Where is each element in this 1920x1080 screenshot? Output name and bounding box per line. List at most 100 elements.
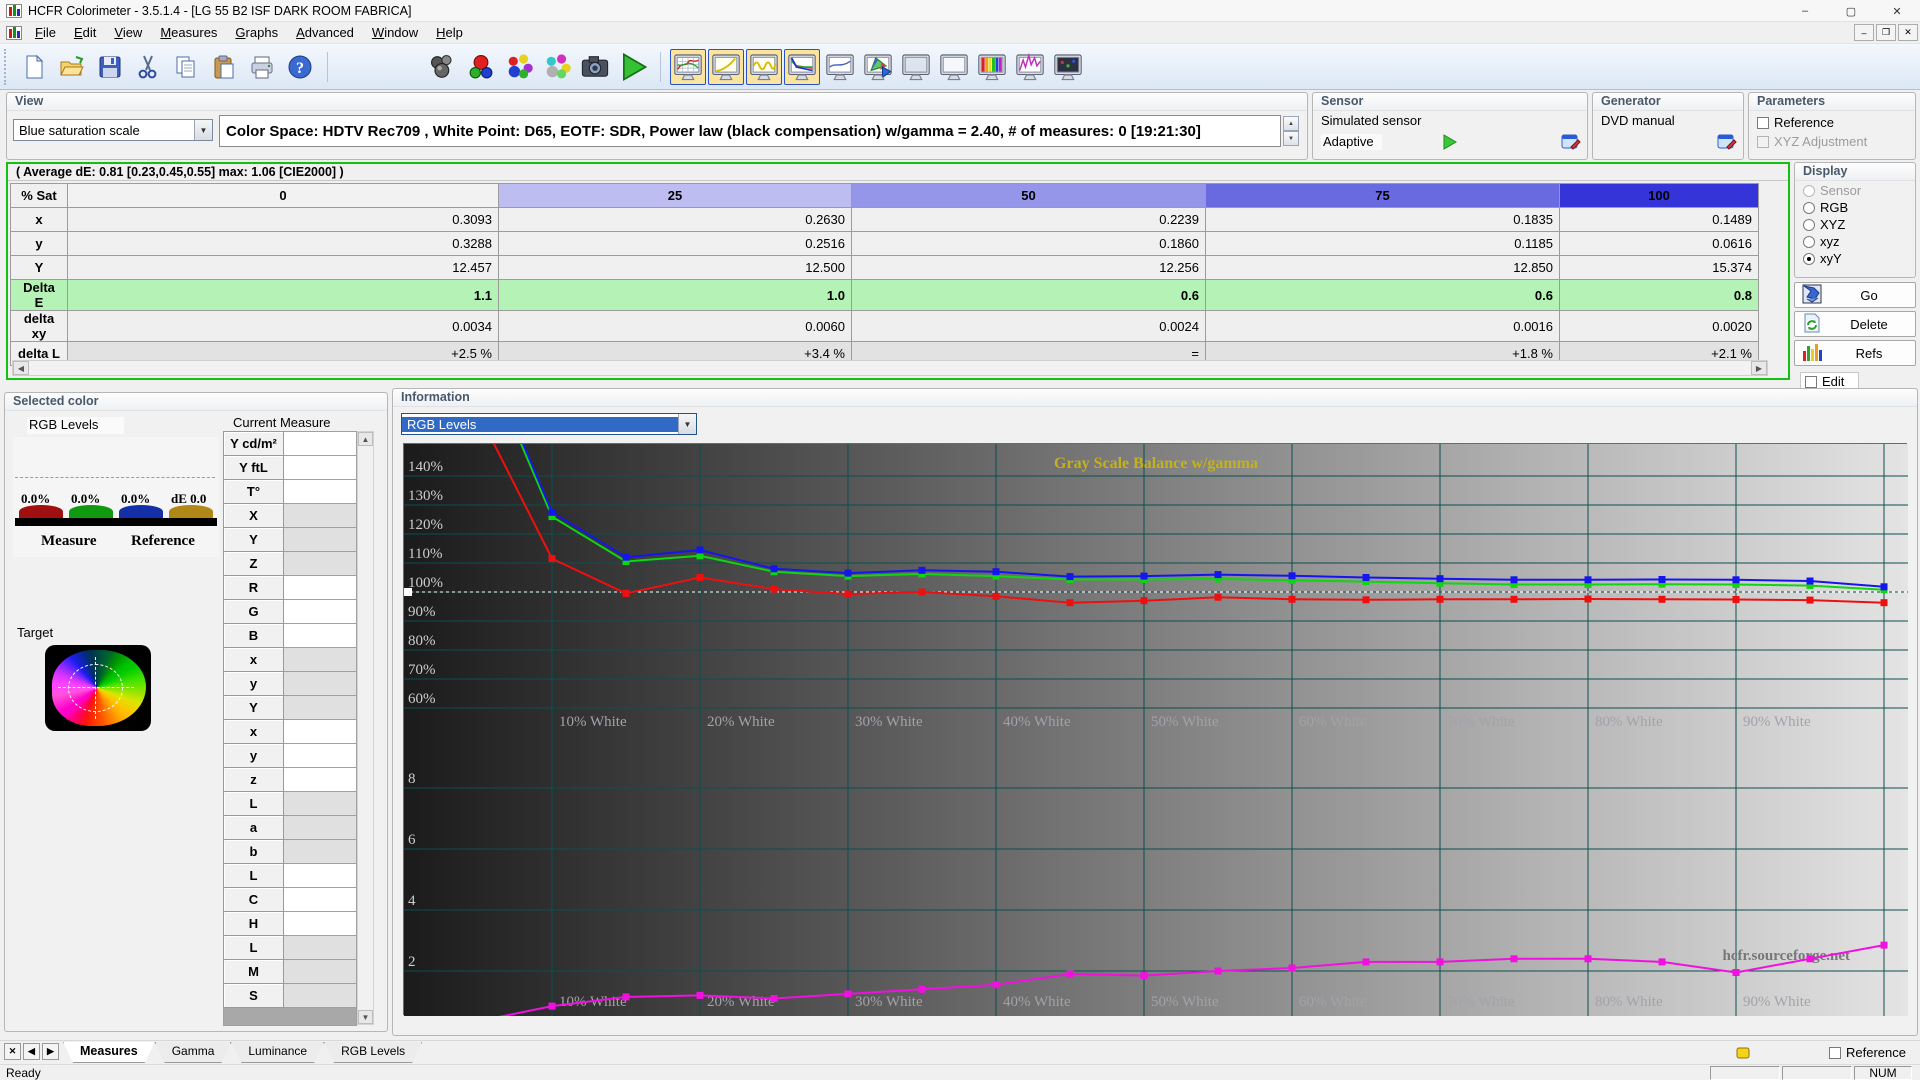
- checkbox-icon[interactable]: [1757, 117, 1769, 129]
- gamma-view-icon[interactable]: [708, 49, 744, 85]
- cell-Y-0[interactable]: 12.457: [68, 256, 499, 280]
- mdi-minimize-button[interactable]: –: [1854, 24, 1874, 41]
- histogram-view-icon[interactable]: [1012, 49, 1048, 85]
- scroll-down-icon[interactable]: ▼: [358, 1010, 373, 1024]
- measure-primaries-icon[interactable]: [501, 49, 537, 85]
- cell-y-25[interactable]: 0.2516: [499, 232, 852, 256]
- scroll-right-icon[interactable]: ▶: [1751, 361, 1767, 375]
- cell-delta-xy-75[interactable]: 0.0016: [1206, 311, 1560, 342]
- cell-Y-100[interactable]: 15.374: [1560, 256, 1759, 280]
- save-icon[interactable]: [92, 49, 128, 85]
- edit-checkbox[interactable]: [1805, 376, 1817, 388]
- cell-delta-xy-25[interactable]: 0.0060: [499, 311, 852, 342]
- display-radio-xyY[interactable]: xyY: [1803, 251, 1907, 266]
- cell-delta-xy-0[interactable]: 0.0034: [68, 311, 499, 342]
- measure-grayscale-icon[interactable]: [463, 49, 499, 85]
- information-view-select[interactable]: RGB Levels ▼: [401, 413, 697, 435]
- chevron-down-icon[interactable]: ▼: [678, 414, 696, 434]
- cell-Y-25[interactable]: 12.500: [499, 256, 852, 280]
- monitor-blank-2-icon[interactable]: [936, 49, 972, 85]
- display-radio-XYZ[interactable]: XYZ: [1803, 217, 1907, 232]
- cm-row-value-9[interactable]: [284, 648, 357, 672]
- refs-button[interactable]: Refs: [1794, 340, 1916, 366]
- cell-y-0[interactable]: 0.3288: [68, 232, 499, 256]
- tab-close-icon[interactable]: ✕: [4, 1043, 21, 1060]
- cm-row-value-12[interactable]: [284, 720, 357, 744]
- cm-row-value-1[interactable]: [284, 456, 357, 480]
- param-reference[interactable]: Reference: [1757, 115, 1907, 130]
- scroll-left-icon[interactable]: ◀: [13, 361, 29, 375]
- cell-x-75[interactable]: 0.1835: [1206, 208, 1560, 232]
- radio-icon[interactable]: [1803, 202, 1815, 214]
- menu-file[interactable]: File: [26, 23, 65, 42]
- cell-y-100[interactable]: 0.0616: [1560, 232, 1759, 256]
- dark-screen-view-icon[interactable]: [1050, 49, 1086, 85]
- col-header-50[interactable]: 50: [852, 184, 1206, 208]
- tab-measures[interactable]: Measures: [63, 1042, 155, 1063]
- col-header-100[interactable]: 100: [1560, 184, 1759, 208]
- radio-icon[interactable]: [1803, 253, 1815, 265]
- tab-rgb-levels[interactable]: RGB Levels: [324, 1042, 422, 1063]
- cm-row-value-5[interactable]: [284, 552, 357, 576]
- maximize-button[interactable]: ▢: [1828, 0, 1874, 22]
- menu-measures[interactable]: Measures: [151, 23, 226, 42]
- measures-view-icon[interactable]: [670, 49, 706, 85]
- menu-window[interactable]: Window: [363, 23, 427, 42]
- cm-row-value-16[interactable]: [284, 816, 357, 840]
- cell-delta-xy-50[interactable]: 0.0024: [852, 311, 1206, 342]
- col-header-75[interactable]: 75: [1206, 184, 1560, 208]
- cell-y-75[interactable]: 0.1185: [1206, 232, 1560, 256]
- rgb-levels-view-icon[interactable]: [784, 49, 820, 85]
- cell-x-0[interactable]: 0.3093: [68, 208, 499, 232]
- scroll-up-icon[interactable]: ▲: [358, 432, 373, 446]
- current-measure-vscrollbar[interactable]: ▲ ▼: [357, 431, 374, 1025]
- cell-Delta-E-50[interactable]: 0.6: [852, 280, 1206, 311]
- cm-row-value-0[interactable]: [284, 432, 357, 456]
- open-folder-icon[interactable]: [54, 49, 90, 85]
- chevron-down-icon[interactable]: ▼: [194, 120, 212, 140]
- col-header-0[interactable]: 0: [68, 184, 499, 208]
- menu-advanced[interactable]: Advanced: [287, 23, 363, 42]
- col-header-25[interactable]: 25: [499, 184, 852, 208]
- cm-row-value-19[interactable]: [284, 888, 357, 912]
- cm-row-value-22[interactable]: [284, 960, 357, 984]
- cell-Delta-E-0[interactable]: 1.1: [68, 280, 499, 311]
- cm-row-value-3[interactable]: [284, 504, 357, 528]
- cm-row-value-11[interactable]: [284, 696, 357, 720]
- mdi-close-button[interactable]: ✕: [1898, 24, 1918, 41]
- cell-x-50[interactable]: 0.2239: [852, 208, 1206, 232]
- cell-x-100[interactable]: 0.1489: [1560, 208, 1759, 232]
- radio-icon[interactable]: [1803, 236, 1815, 248]
- cell-Y-75[interactable]: 12.850: [1206, 256, 1560, 280]
- copy-icon[interactable]: [168, 49, 204, 85]
- new-document-icon[interactable]: [16, 49, 52, 85]
- monitor-blank-1-icon[interactable]: [898, 49, 934, 85]
- paste-icon[interactable]: [206, 49, 242, 85]
- info-spinner[interactable]: ▲▼: [1283, 116, 1299, 146]
- cm-row-value-18[interactable]: [284, 864, 357, 888]
- color-bars-view-icon[interactable]: [974, 49, 1010, 85]
- cm-row-value-14[interactable]: [284, 768, 357, 792]
- menu-help[interactable]: Help: [427, 23, 472, 42]
- cell-Delta-E-75[interactable]: 0.6: [1206, 280, 1560, 311]
- cell-Y-50[interactable]: 12.256: [852, 256, 1206, 280]
- yellow-indicator-icon[interactable]: [1735, 1045, 1751, 1061]
- close-button[interactable]: ✕: [1874, 0, 1920, 22]
- free-measures-view-icon[interactable]: [822, 49, 858, 85]
- go-button[interactable]: Go: [1794, 282, 1916, 308]
- cm-row-value-10[interactable]: [284, 672, 357, 696]
- tab-gamma[interactable]: Gamma: [155, 1042, 232, 1063]
- cm-row-value-13[interactable]: [284, 744, 357, 768]
- cell-y-50[interactable]: 0.1860: [852, 232, 1206, 256]
- cm-row-value-6[interactable]: [284, 576, 357, 600]
- cell-Delta-E-25[interactable]: 1.0: [499, 280, 852, 311]
- tab-scroll-right-icon[interactable]: ▶: [42, 1043, 59, 1060]
- sensor-config-icon[interactable]: [1561, 133, 1581, 151]
- generator-config-icon[interactable]: [1717, 133, 1737, 151]
- menu-view[interactable]: View: [105, 23, 151, 42]
- measures-hscrollbar[interactable]: ◀ ▶: [12, 360, 1768, 376]
- mdi-restore-button[interactable]: ❐: [1876, 24, 1896, 41]
- cell-x-25[interactable]: 0.2630: [499, 208, 852, 232]
- snapshot-camera-icon[interactable]: [577, 49, 613, 85]
- cm-row-value-8[interactable]: [284, 624, 357, 648]
